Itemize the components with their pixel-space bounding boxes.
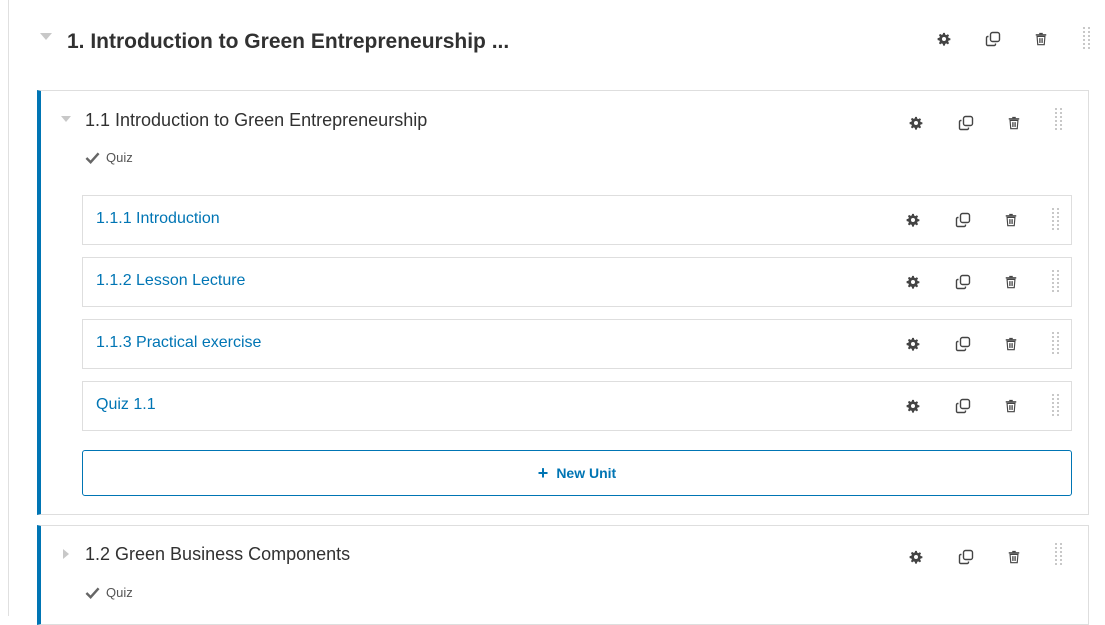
section-header: 1. Introduction to Green Entrepreneurshi… bbox=[40, 22, 1100, 62]
checkmark-icon bbox=[85, 585, 100, 600]
gear-icon[interactable] bbox=[905, 398, 921, 414]
trash-icon[interactable] bbox=[1006, 115, 1022, 131]
drag-handle-icon[interactable] bbox=[1052, 332, 1060, 354]
unit-link[interactable]: 1.1.2 Lesson Lecture bbox=[96, 272, 245, 290]
unit-row: 1.1.2 Lesson Lecture bbox=[82, 257, 1072, 307]
duplicate-icon[interactable] bbox=[958, 549, 974, 565]
gear-icon[interactable] bbox=[936, 31, 952, 47]
drag-handle-icon[interactable] bbox=[1083, 27, 1091, 49]
unit-link[interactable]: 1.1.1 Introduction bbox=[96, 210, 220, 228]
duplicate-icon[interactable] bbox=[955, 398, 971, 414]
caret-right-icon[interactable] bbox=[63, 549, 69, 559]
unit-row: 1.1.3 Practical exercise bbox=[82, 319, 1072, 369]
section-title[interactable]: 1. Introduction to Green Entrepreneurshi… bbox=[67, 30, 509, 54]
unit-row: 1.1.1 Introduction bbox=[82, 195, 1072, 245]
trash-icon[interactable] bbox=[1033, 31, 1049, 47]
gear-icon[interactable] bbox=[908, 115, 924, 131]
drag-handle-icon[interactable] bbox=[1052, 270, 1060, 292]
quiz-tag: Quiz bbox=[85, 585, 133, 600]
drag-handle-icon[interactable] bbox=[1055, 108, 1063, 130]
caret-down-icon[interactable] bbox=[61, 116, 71, 122]
new-unit-label: New Unit bbox=[556, 465, 617, 481]
quiz-tag-label: Quiz bbox=[106, 585, 133, 600]
trash-icon[interactable] bbox=[1003, 212, 1019, 228]
unit-link[interactable]: 1.1.3 Practical exercise bbox=[96, 334, 261, 352]
trash-icon[interactable] bbox=[1003, 398, 1019, 414]
trash-icon[interactable] bbox=[1003, 274, 1019, 290]
subsection-title[interactable]: 1.2 Green Business Components bbox=[85, 544, 350, 565]
unit-row: Quiz 1.1 bbox=[82, 381, 1072, 431]
subsection-1-2: 1.2 Green Business Components Quiz bbox=[37, 525, 1089, 625]
duplicate-icon[interactable] bbox=[958, 115, 974, 131]
quiz-tag-label: Quiz bbox=[106, 150, 133, 165]
trash-icon[interactable] bbox=[1006, 549, 1022, 565]
drag-handle-icon[interactable] bbox=[1052, 208, 1060, 230]
duplicate-icon[interactable] bbox=[985, 31, 1001, 47]
duplicate-icon[interactable] bbox=[955, 212, 971, 228]
new-unit-button[interactable]: + New Unit bbox=[82, 450, 1072, 496]
quiz-tag: Quiz bbox=[85, 150, 133, 165]
checkmark-icon bbox=[85, 150, 100, 165]
gear-icon[interactable] bbox=[905, 274, 921, 290]
caret-down-icon[interactable] bbox=[40, 33, 52, 40]
gear-icon[interactable] bbox=[905, 336, 921, 352]
trash-icon[interactable] bbox=[1003, 336, 1019, 352]
subsection-title[interactable]: 1.1 Introduction to Green Entrepreneursh… bbox=[85, 110, 427, 131]
drag-handle-icon[interactable] bbox=[1052, 394, 1060, 416]
duplicate-icon[interactable] bbox=[955, 274, 971, 290]
gear-icon[interactable] bbox=[905, 212, 921, 228]
drag-handle-icon[interactable] bbox=[1055, 543, 1063, 565]
outline-left-rule bbox=[8, 0, 9, 616]
gear-icon[interactable] bbox=[908, 549, 924, 565]
unit-link[interactable]: Quiz 1.1 bbox=[96, 396, 156, 414]
duplicate-icon[interactable] bbox=[955, 336, 971, 352]
plus-icon: + bbox=[537, 463, 549, 483]
